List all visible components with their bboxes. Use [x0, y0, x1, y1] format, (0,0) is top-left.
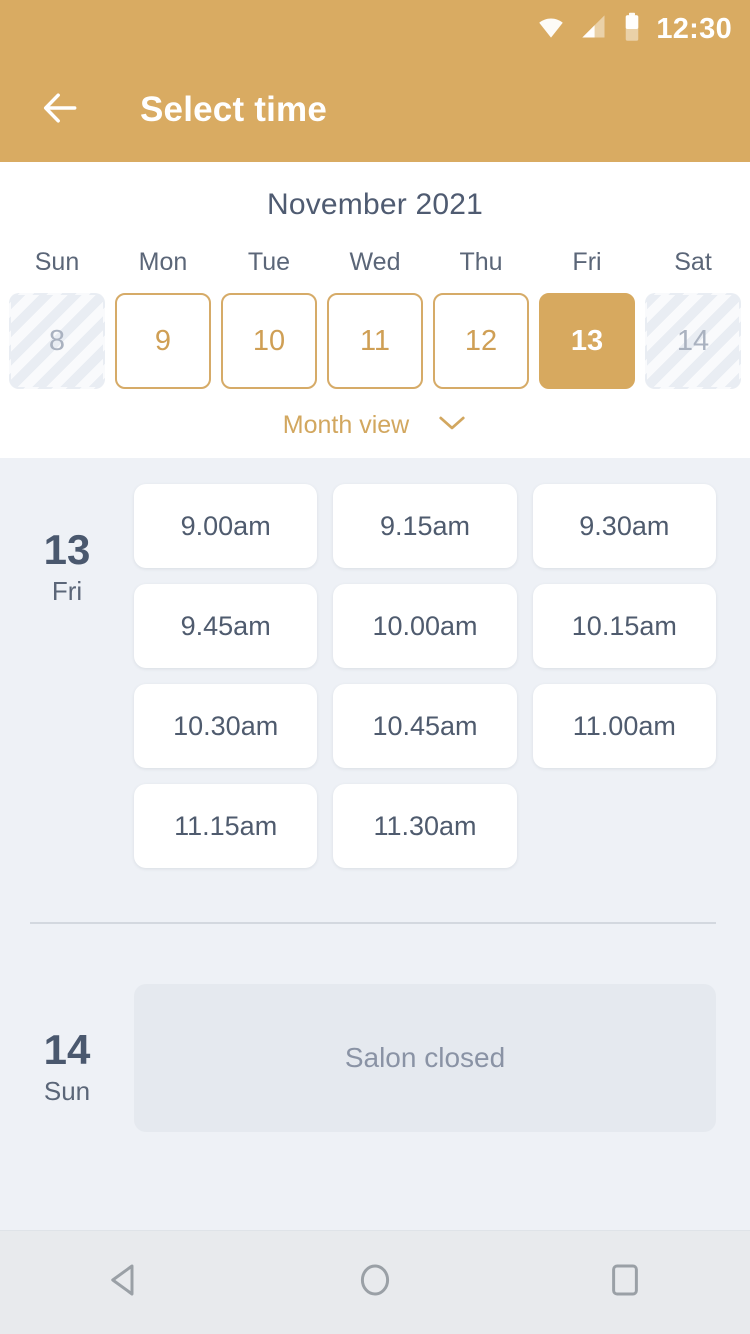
time-slot[interactable]: 11.15am — [134, 784, 318, 868]
schedule-day-label: 14 Sun — [0, 984, 134, 1132]
calendar-day-13-selected[interactable]: 13 — [539, 293, 635, 389]
nav-back-triangle-icon — [104, 1259, 146, 1306]
day-cell-wrap: 8 — [4, 293, 110, 389]
page-title: Select time — [140, 90, 328, 129]
weekday-label: Sun — [34, 248, 80, 276]
calendar-day-10[interactable]: 10 — [221, 293, 317, 389]
day-cell-wrap: 14 — [640, 293, 746, 389]
battery-icon — [622, 12, 642, 47]
day-cell-wrap: 10 — [216, 293, 322, 389]
weekday-label: Thu — [459, 248, 503, 276]
time-slot[interactable]: 10.00am — [333, 584, 517, 668]
weekday-label: Wed — [349, 248, 401, 276]
time-slot[interactable]: 11.00am — [532, 684, 716, 768]
time-slot[interactable]: 10.15am — [532, 584, 716, 668]
time-slot[interactable]: 9.15am — [333, 484, 517, 568]
day-cell-wrap: 13 — [534, 293, 640, 389]
phone-screen: 12:30 Select time November 2021 Sun Mon … — [0, 0, 750, 1334]
back-button[interactable] — [32, 82, 88, 138]
nav-home-circle-icon — [354, 1259, 396, 1306]
month-view-toggle[interactable]: Month view — [0, 411, 750, 440]
time-slot[interactable]: 10.45am — [333, 684, 517, 768]
cellular-signal-icon — [580, 13, 608, 46]
android-nav-bar — [0, 1230, 750, 1334]
nav-back-button[interactable] — [65, 1247, 185, 1319]
chevron-down-icon — [437, 414, 467, 437]
weekday-label: Fri — [572, 248, 602, 276]
schedule-day-number: 13 — [43, 526, 91, 573]
salon-closed-card: Salon closed — [134, 984, 716, 1132]
status-bar: 12:30 — [0, 0, 750, 58]
time-slot-grid: 9.00am 9.15am 9.30am 9.45am 10.00am 10.1… — [134, 484, 716, 868]
calendar-day-8: 8 — [9, 293, 105, 389]
schedule-day-14: 14 Sun Salon closed — [0, 924, 750, 1132]
schedule-day-name: Fri — [51, 576, 83, 607]
arrow-left-icon — [38, 86, 82, 135]
time-slot[interactable]: 9.00am — [134, 484, 318, 568]
nav-recents-square-icon — [604, 1259, 646, 1306]
calendar-day-strip: 8 9 10 11 12 13 14 — [0, 293, 750, 389]
calendar-day-14: 14 — [645, 293, 741, 389]
month-view-label: Month view — [282, 411, 410, 439]
nav-home-button[interactable] — [315, 1247, 435, 1319]
schedule-list: 13 Fri 9.00am 9.15am 9.30am 9.45am 10.00… — [0, 458, 750, 1230]
weekday-label: Sat — [674, 248, 712, 276]
time-slot[interactable]: 11.30am — [333, 784, 517, 868]
wifi-icon — [536, 12, 566, 47]
weekday-label: Mon — [138, 248, 188, 276]
calendar-day-12[interactable]: 12 — [433, 293, 529, 389]
schedule-day-label: 13 Fri — [0, 484, 134, 868]
app-bar: Select time — [0, 58, 750, 162]
day-cell-wrap: 9 — [110, 293, 216, 389]
calendar-day-9[interactable]: 9 — [115, 293, 211, 389]
calendar-month-title: November 2021 — [266, 188, 484, 221]
calendar-day-11[interactable]: 11 — [327, 293, 423, 389]
schedule-day-name: Sun — [43, 1076, 91, 1107]
schedule-day-number: 14 — [43, 1026, 91, 1073]
weekday-header-row: Sun Mon Tue Wed Thu Fri Sat — [0, 248, 750, 277]
weekday-label: Tue — [247, 248, 291, 276]
calendar-panel: November 2021 Sun Mon Tue Wed Thu Fri Sa… — [0, 162, 750, 458]
day-cell-wrap: 11 — [322, 293, 428, 389]
time-slot[interactable]: 10.30am — [134, 684, 318, 768]
schedule-day-13: 13 Fri 9.00am 9.15am 9.30am 9.45am 10.00… — [0, 484, 750, 868]
time-slot[interactable]: 9.30am — [532, 484, 716, 568]
time-slot[interactable]: 9.45am — [134, 584, 318, 668]
status-bar-clock: 12:30 — [656, 12, 732, 45]
nav-recents-button[interactable] — [565, 1247, 685, 1319]
status-icons — [536, 12, 642, 47]
day-cell-wrap: 12 — [428, 293, 534, 389]
